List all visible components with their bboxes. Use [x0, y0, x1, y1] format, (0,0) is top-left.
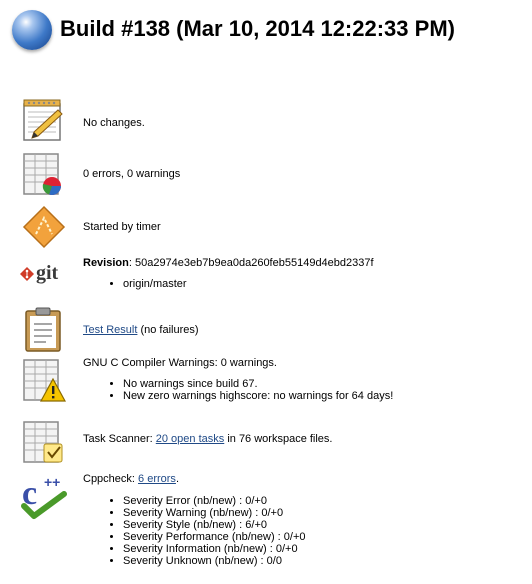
warnings-summary-text: 0 errors, 0 warnings	[83, 168, 181, 180]
cppcheck-prefix: Cppcheck:	[83, 473, 139, 485]
clipboard-icon	[25, 307, 61, 352]
notepad-pencil-icon	[23, 99, 63, 141]
gcc-warnings-item: New zero warnings highscore: no warnings…	[123, 390, 513, 402]
task-scanner-prefix: Task Scanner:	[83, 433, 156, 445]
build-status-ball-icon	[12, 10, 52, 50]
git-revision: Revision: 50a2974e3eb7b9ea0da260feb55149…	[83, 256, 513, 290]
branch-list: origin/master	[83, 278, 513, 290]
task-scanner-icon	[23, 421, 63, 463]
cause-row: Started by timer	[20, 204, 520, 250]
git-diamond-icon	[20, 267, 34, 281]
cause-text: Started by timer	[83, 221, 161, 233]
git-logo-icon: git	[20, 262, 70, 286]
svg-text:++: ++	[44, 474, 60, 490]
build-header: Build #138 (Mar 10, 2014 12:22:33 PM)	[8, 6, 528, 54]
graph-report-icon	[23, 153, 62, 196]
gcc-warnings-row: GNU C Compiler Warnings: 0 warnings. No …	[20, 356, 520, 412]
test-result-text: Test Result (no failures)	[83, 323, 513, 337]
warnings-summary-row: 0 errors, 0 warnings	[20, 150, 520, 200]
gcc-warnings-text: GNU C Compiler Warnings: 0 warnings.	[83, 357, 277, 369]
task-scanner-row: Task Scanner: 20 open tasks in 76 worksp…	[20, 418, 520, 466]
test-result-suffix: (no failures)	[137, 324, 199, 336]
revision-label: Revision	[83, 257, 129, 269]
cppcheck-severity-item: Severity Warning (nb/new) : 0/+0	[123, 507, 513, 519]
page-title: Build #138 (Mar 10, 2014 12:22:33 PM)	[60, 16, 455, 41]
cppcheck-severity-list: Severity Error (nb/new) : 0/+0 Severity …	[83, 495, 513, 567]
cppcheck-errors-link[interactable]: 6 errors	[138, 473, 176, 485]
cppcheck-severity-item: Severity Style (nb/new) : 6/+0	[123, 519, 513, 531]
task-scanner-suffix: in 76 workspace files.	[224, 433, 333, 445]
branch-item: origin/master	[123, 278, 513, 290]
timer-cause-icon	[22, 205, 66, 249]
git-row: git Revision: 50a2974e3eb7b9ea0da260feb5…	[20, 256, 520, 298]
cppcheck-row: c ++ Cppcheck: 6 errors. Severity Error …	[20, 472, 520, 572]
changes-row: No changes.	[20, 96, 520, 146]
cppcheck-severity-item: Severity Information (nb/new) : 0/+0	[123, 543, 513, 555]
cppcheck-content: Cppcheck: 6 errors. Severity Error (nb/n…	[83, 472, 513, 567]
gcc-warnings-item: No warnings since build 67.	[123, 378, 513, 390]
cppcheck-severity-item: Severity Performance (nb/new) : 0/+0	[123, 531, 513, 543]
open-tasks-link[interactable]: 20 open tasks	[156, 433, 225, 445]
compiler-warnings-icon	[23, 359, 67, 402]
test-result-row: Test Result (no failures)	[20, 306, 520, 352]
changes-text: No changes.	[83, 117, 145, 129]
cppcheck-icon: c ++	[21, 474, 67, 519]
gcc-warnings-content: GNU C Compiler Warnings: 0 warnings. No …	[83, 356, 513, 402]
test-result-link[interactable]: Test Result	[83, 324, 137, 336]
revision-value: : 50a2974e3eb7b9ea0da260feb55149d4ebd233…	[128, 257, 374, 269]
cppcheck-severity-item: Severity Error (nb/new) : 0/+0	[123, 495, 513, 507]
cppcheck-severity-item: Severity Unknown (nb/new) : 0/0	[123, 555, 513, 567]
gcc-warnings-list: No warnings since build 67. New zero war…	[83, 378, 513, 402]
task-scanner-text: Task Scanner: 20 open tasks in 76 worksp…	[83, 432, 513, 446]
git-logo-text: git	[36, 262, 59, 284]
cppcheck-suffix: .	[175, 473, 179, 485]
